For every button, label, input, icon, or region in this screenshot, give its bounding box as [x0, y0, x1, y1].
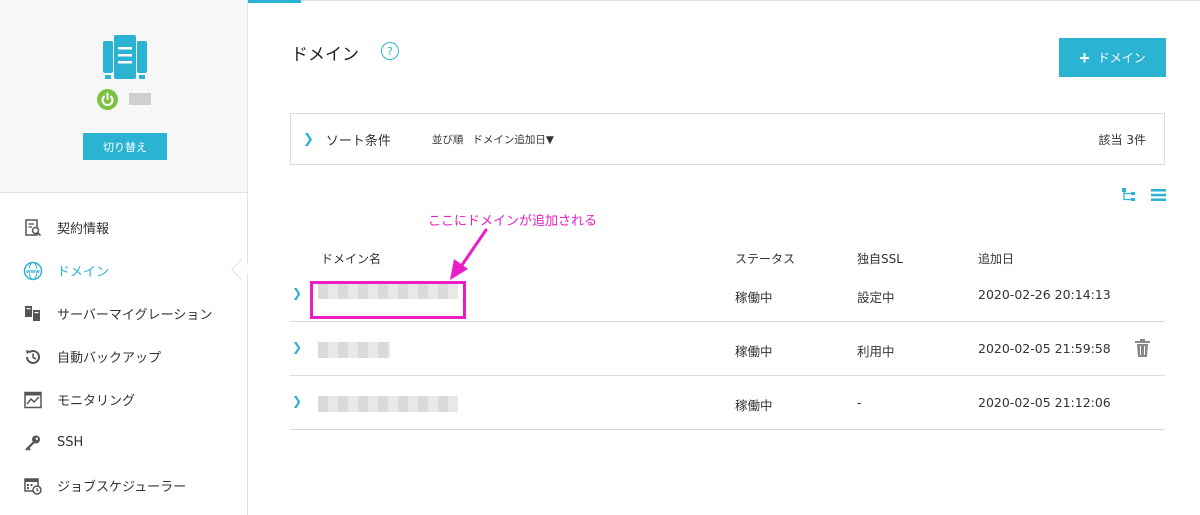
- trash-icon[interactable]: [1135, 339, 1150, 357]
- sort-title: ソート条件: [325, 133, 391, 149]
- sidebar-item-label: SSH: [57, 435, 84, 450]
- backup-clock-icon: [22, 346, 44, 368]
- sidebar-item-scheduler[interactable]: ジョブスケジューラー: [0, 464, 247, 507]
- chevron-right-icon: ❯: [303, 131, 314, 147]
- key-icon: [22, 432, 44, 454]
- page-title: ドメイン: [291, 45, 359, 65]
- domain-name-redacted: [318, 396, 458, 412]
- status-cell: 稼働中: [735, 290, 773, 305]
- domain-name-redacted: [318, 342, 390, 358]
- add-domain-label: ドメイン: [1097, 51, 1146, 65]
- added-date-cell: 2020-02-05 21:12:06: [978, 395, 1111, 410]
- power-status-icon: [97, 89, 118, 110]
- server-icon: [103, 35, 147, 79]
- sidebar-item-contract[interactable]: 契約情報: [0, 206, 247, 249]
- help-icon[interactable]: ?: [381, 42, 399, 60]
- sidebar-item-label: サーバーマイグレーション: [57, 308, 213, 323]
- contract-search-icon: [22, 217, 44, 239]
- sort-order-label: 並び順: [431, 133, 464, 146]
- expand-chevron-icon[interactable]: ❯: [292, 286, 302, 300]
- sidebar-item-label: 自動バックアップ: [57, 351, 162, 366]
- svg-text:www: www: [26, 269, 40, 275]
- tree-view-icon[interactable]: [1121, 187, 1137, 203]
- added-date-cell: 2020-02-05 21:59:58: [978, 341, 1111, 356]
- column-header-added: 追加日: [978, 252, 1015, 266]
- column-header-status: ステータス: [735, 252, 796, 266]
- sidebar: 切り替え 契約情報 www ドメイン サーバーマイグレーション 自動バックアップ: [0, 0, 248, 515]
- server-name-redacted: [129, 93, 151, 105]
- sidebar-item-migration[interactable]: サーバーマイグレーション: [0, 292, 247, 335]
- sidebar-item-label: 契約情報: [57, 222, 110, 237]
- column-header-ssl: 独自SSL: [857, 252, 903, 266]
- sort-order-value[interactable]: ドメイン追加日▼: [472, 132, 554, 147]
- sidebar-item-ssh[interactable]: SSH: [0, 421, 247, 464]
- sidebar-item-backup[interactable]: 自動バックアップ: [0, 335, 247, 378]
- sidebar-item-label: ジョブスケジューラー: [57, 480, 187, 495]
- added-date-cell: 2020-02-26 20:14:13: [978, 287, 1111, 302]
- row-divider: [290, 429, 1165, 430]
- table-row[interactable]: ❯ 稼働中 - 2020-02-05 21:12:06: [290, 376, 1165, 430]
- annotation-highlight-box: [310, 281, 466, 319]
- switch-server-button[interactable]: 切り替え: [83, 133, 167, 160]
- add-domain-button[interactable]: + ドメイン: [1059, 38, 1166, 77]
- ssl-cell: 利用中: [857, 344, 895, 359]
- status-cell: 稼働中: [735, 344, 773, 359]
- server-panel: 切り替え: [0, 0, 247, 193]
- table-row[interactable]: ❯ 稼働中 利用中 2020-02-05 21:59:58: [290, 322, 1165, 376]
- column-header-domain: ドメイン名: [321, 252, 382, 266]
- expand-chevron-icon[interactable]: ❯: [292, 340, 302, 354]
- result-count: 該当 3件: [1098, 132, 1146, 147]
- sidebar-item-domain[interactable]: www ドメイン: [0, 249, 247, 292]
- scheduler-calendar-icon: [22, 475, 44, 497]
- list-view-icon[interactable]: [1151, 188, 1166, 202]
- sidebar-item-label: モニタリング: [57, 394, 136, 409]
- server-migration-icon: [22, 303, 44, 325]
- sidebar-nav: 契約情報 www ドメイン サーバーマイグレーション 自動バックアップ モニタリ…: [0, 206, 247, 507]
- expand-chevron-icon[interactable]: ❯: [292, 394, 302, 408]
- sort-conditions-panel[interactable]: ❯ ソート条件 並び順 ドメイン追加日▼ 該当 3件: [290, 113, 1165, 165]
- plus-icon: +: [1079, 47, 1090, 68]
- sidebar-item-monitoring[interactable]: モニタリング: [0, 378, 247, 421]
- www-globe-icon: www: [22, 260, 44, 282]
- status-cell: 稼働中: [735, 398, 773, 413]
- ssl-cell: 設定中: [857, 290, 895, 305]
- sidebar-item-label: ドメイン: [57, 265, 110, 280]
- monitoring-chart-icon: [22, 389, 44, 411]
- ssl-cell: -: [857, 395, 862, 410]
